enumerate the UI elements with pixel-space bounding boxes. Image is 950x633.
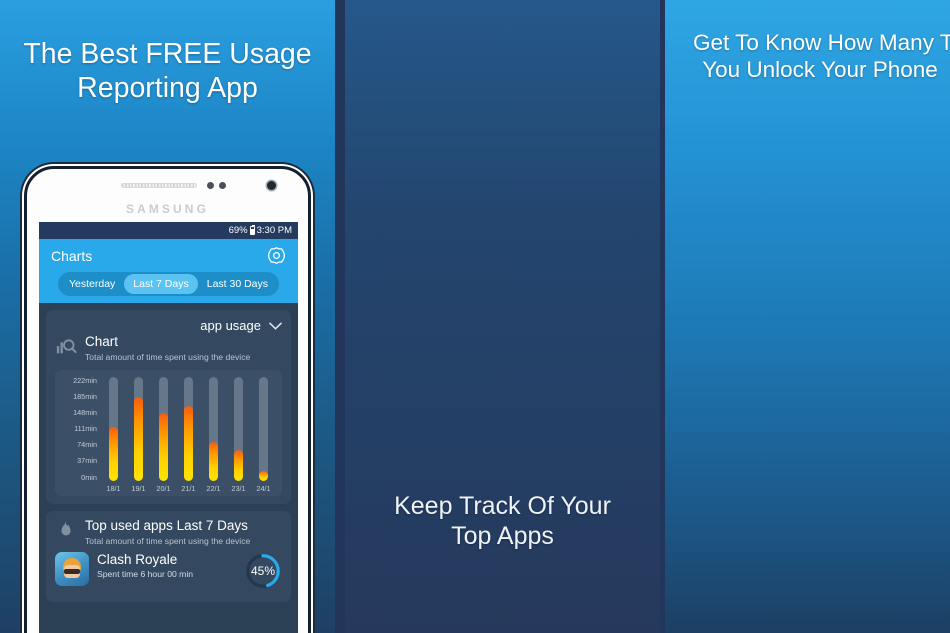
- chart-card[interactable]: app usage Chart Total amount of time spe…: [46, 310, 291, 504]
- selector-value: app usage: [200, 318, 261, 333]
- chart-bars: [101, 376, 276, 481]
- right-headline-line2: You Unlock Your Phone: [702, 56, 938, 82]
- chart-card-header: Chart Total amount of time spent using t…: [55, 334, 282, 362]
- tab-last-30-days[interactable]: Last 30 Days: [198, 274, 277, 294]
- chart-card-title: Chart: [85, 334, 119, 349]
- chart-bar: [134, 376, 143, 481]
- chart-y-tick: 0min: [81, 472, 97, 482]
- chart-y-tick: 74min: [77, 440, 97, 450]
- tab-yesterday[interactable]: Yesterday: [60, 274, 124, 294]
- flame-icon: [61, 520, 71, 536]
- chart-y-tick: 185min: [73, 391, 97, 401]
- usage-bar-chart: 222min 185min 148min 111min 74min 37min 0min 1…: [55, 369, 282, 496]
- screenshot-stage: The Best FREE Usage Reporting App SAMSUN…: [0, 0, 950, 633]
- usage-percent: 45%: [250, 563, 276, 578]
- chart-x-tick: 19/1: [131, 483, 146, 493]
- phone-screen-left: 69% 3:30 PM Charts Yesterday Last 7 Days: [39, 222, 298, 633]
- middle-caption: Keep Track Of Your Top Apps: [345, 492, 660, 551]
- middle-caption-line2: Top Apps: [451, 521, 554, 550]
- battery-icon: [249, 224, 255, 235]
- page-title-charts: Charts: [51, 247, 93, 264]
- panel-right: Get To Know How Many Times You Unlock Yo…: [665, 0, 950, 633]
- chart-x-tick: 23/1: [231, 483, 246, 493]
- chart-x-tick: 24/1: [256, 483, 271, 493]
- top-apps-card-left[interactable]: Top used apps Last 7 Days Total amount o…: [46, 510, 291, 602]
- top-apps-title-left: Top used apps Last 7 Days: [85, 517, 248, 533]
- panel-left: The Best FREE Usage Reporting App SAMSUN…: [0, 0, 335, 633]
- middle-caption-line1: Keep Track Of Your: [394, 492, 611, 520]
- left-headline-line1: The Best FREE Usage: [23, 38, 312, 70]
- chart-bar: [234, 376, 243, 481]
- earpiece-speaker: [121, 183, 197, 188]
- chart-y-axis: 222min 185min 148min 111min 74min 37min 0min: [61, 377, 101, 481]
- usage-ring: 45%: [244, 552, 282, 590]
- clash-royale-icon: [55, 551, 89, 586]
- top-apps-header-left: Top used apps Last 7 Days Total amount o…: [55, 517, 282, 546]
- top-apps-subtitle-left: Total amount of time spent using the dev…: [85, 535, 251, 546]
- status-time: 3:30 PM: [256, 225, 292, 236]
- panel-middle: day Yesterday Last 7 Days Last 30 Days: [345, 0, 660, 633]
- front-camera: [267, 181, 276, 190]
- right-headline-line1: Get To Know How Many Times: [693, 30, 950, 55]
- chart-bar: [259, 376, 268, 481]
- tab-last-7-days[interactable]: Last 7 Days: [124, 274, 198, 294]
- left-headline: The Best FREE Usage Reporting App: [0, 38, 335, 105]
- left-headline-line2: Reporting App: [77, 71, 258, 104]
- chart-plot-area: 222min 185min 148min 111min 74min 37min 0min: [61, 377, 276, 481]
- app-spent-time: Spent time 6 hour 00 min: [97, 568, 194, 579]
- chart-bar: [159, 376, 168, 481]
- chart-y-tick: 148min: [73, 408, 97, 418]
- chart-card-subtitle: Total amount of time spent using the dev…: [85, 351, 251, 362]
- status-bar-left: 69% 3:30 PM: [39, 222, 298, 239]
- chart-x-tick: 18/1: [106, 483, 121, 493]
- app-bar-left: Charts: [39, 239, 298, 272]
- chart-search-icon: [56, 339, 77, 354]
- chart-bar: [184, 376, 193, 481]
- chart-x-tick: 22/1: [206, 483, 221, 493]
- app-usage-selector[interactable]: app usage: [55, 318, 282, 333]
- list-item[interactable]: Clash Royale Spent time 6 hour 00 min 45…: [55, 546, 282, 594]
- chart-y-tick: 111min: [74, 424, 97, 434]
- charts-content: app usage Chart Total amount of time spe…: [39, 303, 298, 602]
- battery-percent: 69%: [228, 225, 248, 236]
- samsung-brand-left: SAMSUNG: [125, 202, 210, 216]
- chart-y-tick: 37min: [77, 456, 97, 466]
- chart-x-tick: 20/1: [156, 483, 171, 493]
- proximity-sensor: [207, 182, 214, 189]
- gear-icon[interactable]: [267, 246, 286, 265]
- chart-bar: [209, 376, 218, 481]
- app-name: Clash Royale: [97, 551, 178, 567]
- phone-mockup-left: SAMSUNG 69% 3:30 PM Charts Yesterday Las…: [24, 166, 311, 633]
- period-tabs-left: Yesterday Last 7 Days Last 30 Days: [39, 272, 298, 303]
- chart-x-axis: 18/1 19/1 20/1 21/1 22/1 23/1 24/1: [61, 484, 276, 493]
- chart-y-tick: 222min: [73, 375, 97, 385]
- chart-x-tick: 21/1: [181, 483, 196, 493]
- chevron-down-icon[interactable]: [269, 322, 282, 330]
- chart-bar: [109, 376, 118, 481]
- right-headline: Get To Know How Many Times You Unlock Yo…: [665, 30, 950, 83]
- light-sensor: [219, 182, 226, 189]
